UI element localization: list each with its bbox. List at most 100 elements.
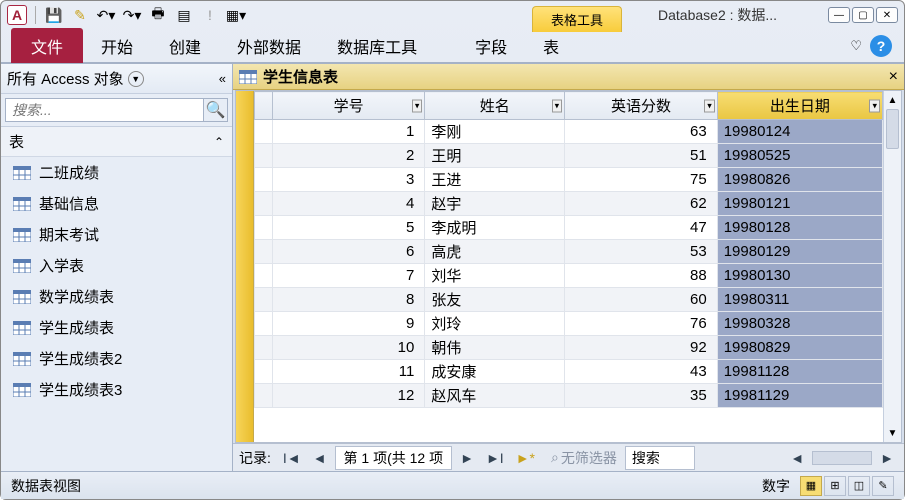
- print-icon[interactable]: 🖶: [148, 5, 168, 25]
- chart-view-button[interactable]: ✎: [872, 476, 894, 496]
- cell-id[interactable]: 2: [272, 144, 425, 168]
- prev-record-icon[interactable]: ◄: [309, 450, 331, 466]
- cell-score[interactable]: 75: [565, 168, 718, 192]
- row-selector[interactable]: [255, 288, 273, 312]
- tab-home[interactable]: 开始: [83, 28, 151, 64]
- maximize-button[interactable]: ▢: [852, 7, 874, 23]
- cell-score[interactable]: 88: [565, 264, 718, 288]
- row-selector[interactable]: [255, 240, 273, 264]
- column-filter-icon[interactable]: ▾: [704, 99, 715, 112]
- cell-score[interactable]: 47: [565, 216, 718, 240]
- hscroll-left-icon[interactable]: ◄: [786, 450, 808, 466]
- table-row[interactable]: 8张友6019980311: [255, 288, 883, 312]
- cell-score[interactable]: 60: [565, 288, 718, 312]
- sidebar-item[interactable]: 学生成绩表: [1, 312, 232, 343]
- hscroll-thumb[interactable]: [812, 451, 872, 465]
- row-selector[interactable]: [255, 264, 273, 288]
- cell-score[interactable]: 62: [565, 192, 718, 216]
- row-selector[interactable]: [255, 360, 273, 384]
- cell-date[interactable]: 19980328: [717, 312, 882, 336]
- ribbon-collapse-icon[interactable]: ♡: [850, 38, 862, 54]
- scroll-down-icon[interactable]: ▼: [884, 424, 901, 442]
- next-record-icon[interactable]: ►: [456, 450, 478, 466]
- cell-name[interactable]: 朝伟: [425, 336, 565, 360]
- table-row[interactable]: 12赵风车3519981129: [255, 384, 883, 408]
- scroll-thumb[interactable]: [886, 109, 899, 149]
- table-row[interactable]: 11成安康4319981128: [255, 360, 883, 384]
- last-record-icon[interactable]: ►I: [482, 450, 508, 466]
- column-filter-icon[interactable]: ▾: [552, 99, 563, 112]
- cell-date[interactable]: 19980311: [717, 288, 882, 312]
- cell-date[interactable]: 19980525: [717, 144, 882, 168]
- column-filter-icon[interactable]: ▾: [869, 99, 880, 112]
- nav-search-box[interactable]: 搜索: [625, 446, 695, 470]
- sidebar-item[interactable]: 学生成绩表3: [1, 374, 232, 405]
- cell-name[interactable]: 李刚: [425, 120, 565, 144]
- cell-score[interactable]: 63: [565, 120, 718, 144]
- cell-score[interactable]: 43: [565, 360, 718, 384]
- cell-id[interactable]: 7: [272, 264, 425, 288]
- nav-group-tables[interactable]: 表 ⌃: [1, 127, 232, 157]
- design-view-button[interactable]: ⊞: [824, 476, 846, 496]
- record-selector-band[interactable]: [236, 91, 254, 442]
- row-selector-header[interactable]: [255, 92, 273, 120]
- cell-date[interactable]: 19980129: [717, 240, 882, 264]
- column-filter-icon[interactable]: ▾: [412, 99, 423, 112]
- tab-table[interactable]: 表: [525, 28, 577, 64]
- cell-name[interactable]: 高虎: [425, 240, 565, 264]
- edit-icon[interactable]: ✎: [70, 5, 90, 25]
- row-selector[interactable]: [255, 192, 273, 216]
- cell-date[interactable]: 19980130: [717, 264, 882, 288]
- cell-id[interactable]: 9: [272, 312, 425, 336]
- hscroll-right-icon[interactable]: ►: [876, 450, 898, 466]
- row-selector[interactable]: [255, 120, 273, 144]
- nav-pane-header[interactable]: 所有 Access 对象 ▼ «: [1, 64, 232, 94]
- cell-name[interactable]: 赵宇: [425, 192, 565, 216]
- table-row[interactable]: 7刘华8819980130: [255, 264, 883, 288]
- row-selector[interactable]: [255, 216, 273, 240]
- cell-date[interactable]: 19980826: [717, 168, 882, 192]
- help-icon[interactable]: ?: [870, 35, 892, 57]
- first-record-icon[interactable]: I◄: [279, 450, 305, 466]
- cell-score[interactable]: 53: [565, 240, 718, 264]
- table-row[interactable]: 5李成明4719980128: [255, 216, 883, 240]
- cell-name[interactable]: 赵风车: [425, 384, 565, 408]
- cell-score[interactable]: 76: [565, 312, 718, 336]
- cell-score[interactable]: 51: [565, 144, 718, 168]
- column-header[interactable]: 出生日期▾: [717, 92, 882, 120]
- table-row[interactable]: 9刘玲7619980328: [255, 312, 883, 336]
- close-tab-icon[interactable]: ×: [889, 68, 898, 86]
- cell-score[interactable]: 35: [565, 384, 718, 408]
- cell-date[interactable]: 19980121: [717, 192, 882, 216]
- sidebar-item[interactable]: 数学成绩表: [1, 281, 232, 312]
- collapse-icon[interactable]: «: [219, 71, 226, 86]
- cell-id[interactable]: 3: [272, 168, 425, 192]
- column-header[interactable]: 英语分数▾: [565, 92, 718, 120]
- scroll-up-icon[interactable]: ▲: [884, 91, 901, 109]
- tab-externaldata[interactable]: 外部数据: [219, 28, 319, 64]
- sidebar-item[interactable]: 期末考试: [1, 219, 232, 250]
- sidebar-item[interactable]: 入学表: [1, 250, 232, 281]
- close-button[interactable]: ✕: [876, 7, 898, 23]
- tab-fields[interactable]: 字段: [457, 28, 525, 64]
- cell-date[interactable]: 19980124: [717, 120, 882, 144]
- pivot-view-button[interactable]: ◫: [848, 476, 870, 496]
- cell-id[interactable]: 4: [272, 192, 425, 216]
- table-row[interactable]: 2王明5119980525: [255, 144, 883, 168]
- form-icon[interactable]: ▤: [174, 5, 194, 25]
- cell-name[interactable]: 王进: [425, 168, 565, 192]
- column-header[interactable]: 学号▾: [272, 92, 425, 120]
- cell-id[interactable]: 11: [272, 360, 425, 384]
- document-tab[interactable]: 学生信息表 ×: [233, 64, 904, 90]
- redo-icon[interactable]: ↷▾: [122, 5, 142, 25]
- row-selector[interactable]: [255, 168, 273, 192]
- row-selector[interactable]: [255, 384, 273, 408]
- search-input[interactable]: [5, 98, 204, 122]
- cell-id[interactable]: 1: [272, 120, 425, 144]
- sidebar-item[interactable]: 学生成绩表2: [1, 343, 232, 374]
- save-icon[interactable]: 💾: [44, 5, 64, 25]
- undo-icon[interactable]: ↶▾: [96, 5, 116, 25]
- sidebar-item[interactable]: 基础信息: [1, 188, 232, 219]
- cell-name[interactable]: 张友: [425, 288, 565, 312]
- table-row[interactable]: 1李刚6319980124: [255, 120, 883, 144]
